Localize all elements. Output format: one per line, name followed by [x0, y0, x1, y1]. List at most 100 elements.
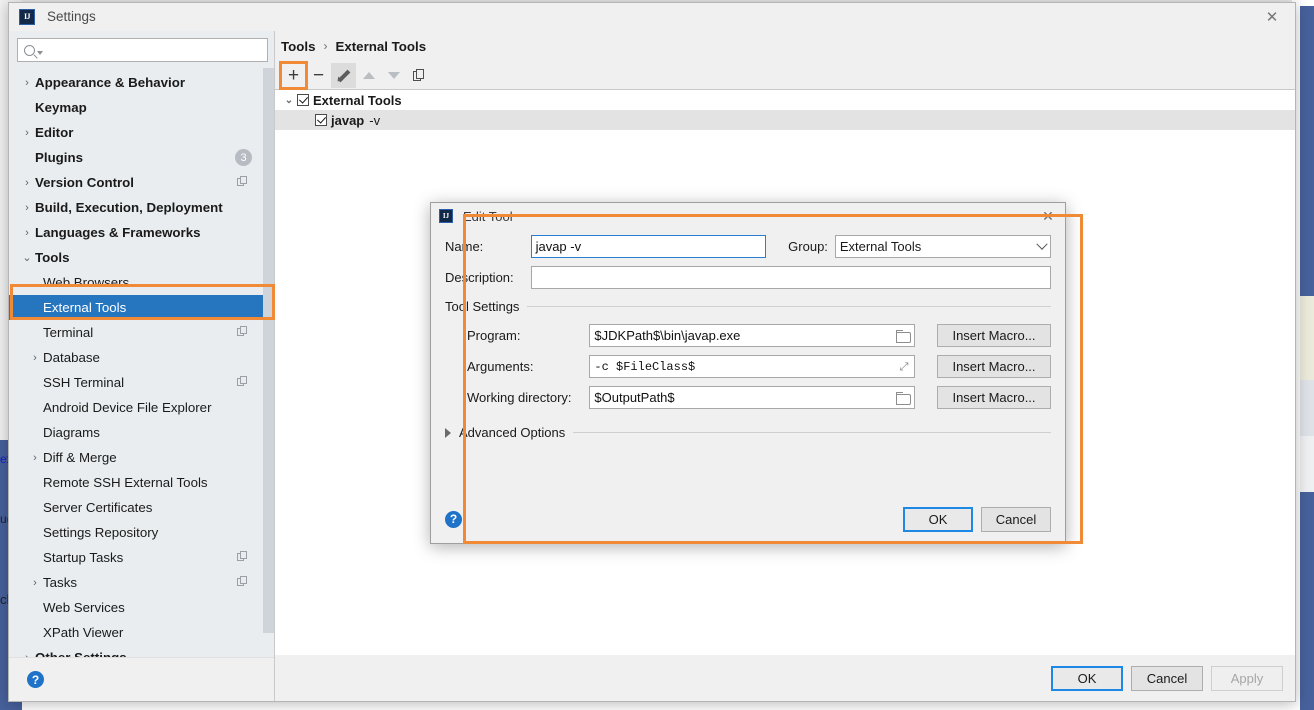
sidebar-item-database[interactable]: › Database [9, 345, 274, 370]
sidebar-item-web-browsers[interactable]: Web Browsers [9, 270, 274, 295]
copy-tool-button[interactable] [406, 63, 431, 88]
chevron-down-icon [37, 50, 43, 55]
sidebar-item-label: Database [43, 350, 100, 365]
sidebar-item-settings-repository[interactable]: Settings Repository [9, 520, 274, 545]
sidebar-item-external-tools[interactable]: External Tools [9, 295, 274, 320]
group-checkbox[interactable] [297, 94, 309, 106]
sidebar-item-remote-ssh-external-tools[interactable]: Remote SSH External Tools [9, 470, 274, 495]
chevron-right-icon[interactable]: › [19, 227, 35, 239]
settings-category-tree: › Appearance & Behavior Keymap › Editor Plugi… [9, 68, 274, 657]
sidebar-scrollbar-thumb[interactable] [263, 68, 274, 633]
program-field[interactable]: $JDKPath$\bin\javap.exe [589, 324, 915, 347]
breadcrumb-parent[interactable]: Tools [281, 39, 315, 54]
chevron-right-icon[interactable]: › [27, 577, 43, 589]
sidebar-item-plugins[interactable]: Plugins 3 [9, 145, 274, 170]
sidebar-item-ssh-terminal[interactable]: SSH Terminal [9, 370, 274, 395]
chevron-right-icon[interactable]: › [19, 77, 35, 89]
group-select[interactable]: External Tools [834, 235, 1051, 258]
sidebar-item-server-certificates[interactable]: Server Certificates [9, 495, 274, 520]
sidebar-item-languages-frameworks[interactable]: › Languages & Frameworks [9, 220, 274, 245]
arguments-field[interactable]: -c $FileClass$ ⤢ [589, 355, 915, 378]
folder-icon[interactable] [896, 392, 911, 405]
move-down-button[interactable] [381, 63, 406, 88]
tool-row[interactable]: javap -v [275, 110, 1295, 130]
sidebar-item-diagrams[interactable]: Diagrams [9, 420, 274, 445]
sidebar-item-label: XPath Viewer [43, 625, 124, 640]
chevron-right-icon[interactable]: › [27, 452, 43, 464]
help-icon[interactable]: ? [27, 671, 44, 688]
sidebar-item-xpath-viewer[interactable]: XPath Viewer [9, 620, 274, 645]
sidebar-item-label: Plugins [35, 150, 84, 165]
description-field[interactable] [530, 266, 1051, 289]
advanced-divider [573, 432, 1051, 433]
sidebar-item-label: Terminal [43, 325, 94, 340]
description-label: Description: [445, 270, 514, 285]
working-directory-field[interactable]: $OutputPath$ [589, 386, 915, 409]
dialog-ok-button[interactable]: OK [903, 506, 973, 532]
copy-icon [237, 551, 248, 562]
folder-icon[interactable] [896, 330, 911, 343]
sidebar-item-label: Web Services [43, 600, 125, 615]
sidebar-item-label: Remote SSH External Tools [43, 475, 208, 490]
sidebar-item-build-execution-deployment[interactable]: › Build, Execution, Deployment [9, 195, 274, 220]
sidebar-item-label: Settings Repository [43, 525, 159, 540]
legend-divider [527, 306, 1051, 307]
sidebar-item-appearance-behavior[interactable]: › Appearance & Behavior [9, 70, 274, 95]
arguments-insert-macro-button[interactable]: Insert Macro... [937, 355, 1051, 378]
chevron-down-icon[interactable]: ⌄ [19, 251, 35, 264]
copy-icon [237, 326, 248, 337]
name-field[interactable]: javap -v [530, 235, 767, 258]
add-tool-button[interactable]: + [279, 60, 308, 90]
sidebar-item-keymap[interactable]: Keymap [9, 95, 274, 120]
cancel-button[interactable]: Cancel [1131, 665, 1203, 691]
sidebar-item-editor[interactable]: › Editor [9, 120, 274, 145]
sidebar-item-web-services[interactable]: Web Services [9, 595, 274, 620]
sidebar-item-terminal[interactable]: Terminal [9, 320, 274, 345]
tool-checkbox[interactable] [315, 114, 327, 126]
chevron-down-icon[interactable]: ⌄ [281, 95, 297, 106]
dialog-footer: ? OK Cancel [431, 495, 1065, 543]
edit-tool-button[interactable] [331, 62, 356, 88]
apply-button[interactable]: Apply [1211, 665, 1283, 691]
move-up-button[interactable] [356, 63, 381, 88]
sidebar-item-label: Languages & Frameworks [35, 225, 201, 240]
ok-button[interactable]: OK [1051, 665, 1123, 691]
search-input[interactable] [47, 42, 261, 58]
sidebar-item-tasks[interactable]: › Tasks [9, 570, 274, 595]
chevron-right-icon[interactable]: › [27, 352, 43, 364]
sidebar-item-version-control[interactable]: › Version Control [9, 170, 274, 195]
close-icon[interactable]: ✕ [1249, 3, 1295, 31]
sidebar-item-diff-merge[interactable]: › Diff & Merge [9, 445, 274, 470]
dialog-close-icon[interactable]: ✕ [1031, 203, 1065, 229]
program-insert-macro-button[interactable]: Insert Macro... [937, 324, 1051, 347]
tool-name: javap [331, 112, 365, 128]
sidebar-item-label: Keymap [35, 100, 87, 115]
working-directory-value: $OutputPath$ [594, 390, 675, 405]
sidebar-item-android-device-file-explorer[interactable]: Android Device File Explorer [9, 395, 274, 420]
sidebar-item-startup-tasks[interactable]: Startup Tasks [9, 545, 274, 570]
breadcrumb-separator-icon: › [323, 39, 328, 53]
tool-group-row[interactable]: ⌄ External Tools [275, 90, 1295, 110]
sidebar-scrollbar[interactable] [263, 68, 274, 657]
dialog-help-icon[interactable]: ? [445, 510, 462, 528]
working-directory-insert-macro-button[interactable]: Insert Macro... [937, 386, 1051, 409]
search-box[interactable] [17, 38, 268, 62]
sidebar-item-tools[interactable]: ⌄ Tools [9, 245, 274, 270]
intellij-logo-icon: IJ [439, 209, 453, 223]
sidebar-item-label: Startup Tasks [43, 550, 124, 565]
background-right-gray-2 [1300, 436, 1314, 492]
arguments-row: Arguments: -c $FileClass$ ⤢ Insert Macro… [445, 355, 1051, 378]
expand-icon[interactable]: ⤢ [898, 361, 910, 373]
remove-tool-button[interactable]: − [306, 63, 331, 88]
sidebar-item-other-settings[interactable]: ›Other Settings [9, 645, 274, 657]
background-right-blue-1 [1300, 6, 1314, 296]
chevron-right-icon[interactable]: › [19, 202, 35, 214]
chevron-right-icon[interactable]: › [19, 177, 35, 189]
sidebar-item-label: Appearance & Behavior [35, 75, 186, 90]
dialog-cancel-button[interactable]: Cancel [981, 506, 1051, 532]
advanced-options-row[interactable]: Advanced Options [445, 425, 1051, 440]
name-row: Name: javap -v Group: External Tools [445, 235, 1051, 258]
chevron-right-icon[interactable]: › [19, 652, 35, 658]
chevron-right-icon[interactable]: › [19, 127, 35, 139]
chevron-down-icon [1036, 238, 1048, 250]
